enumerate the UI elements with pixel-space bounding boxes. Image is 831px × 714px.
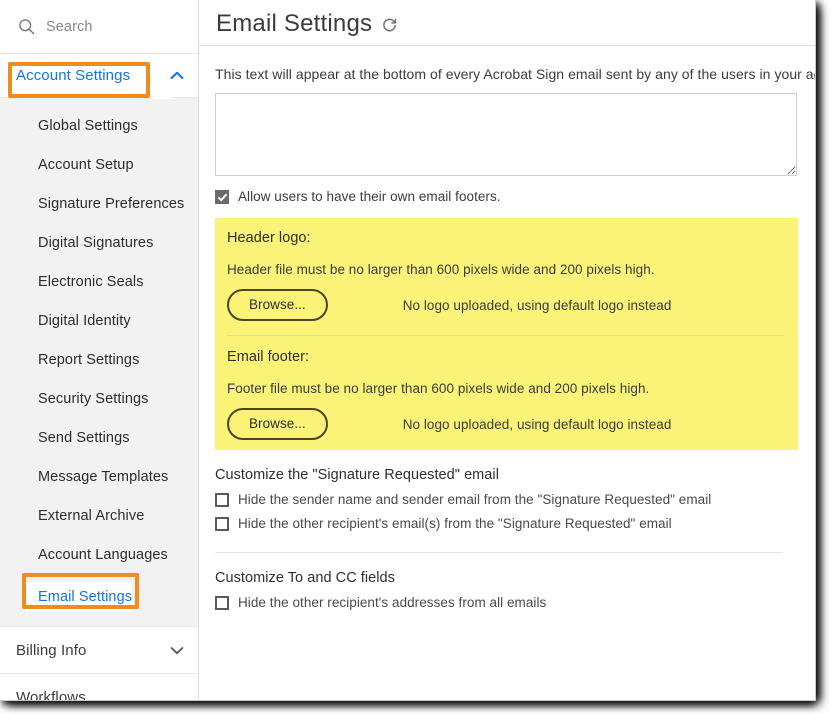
hide-sender-name-label: Hide the sender name and sender email fr… — [238, 492, 712, 507]
main-content: Email Settings This text will appear at … — [199, 0, 815, 700]
to-cc-fields-options: Hide the other recipient's addresses fro… — [215, 595, 799, 610]
signature-requested-options: Hide the sender name and sender email fr… — [215, 492, 799, 531]
sidebar-item-report-settings[interactable]: Report Settings — [0, 340, 198, 379]
allow-own-footers-label: Allow users to have their own email foot… — [238, 189, 501, 204]
application-window: Search Account Settings Global Settings … — [0, 0, 816, 701]
sidebar-item-label: Electronic Seals — [38, 273, 144, 290]
email-footer-section: Email footer: Footer file must be no lar… — [215, 349, 798, 440]
sidebar-submenu-account-settings: Global Settings Account Setup Signature … — [0, 91, 198, 626]
email-footer-textarea[interactable] — [215, 93, 797, 176]
header-logo-section: Header logo: Header file must be no larg… — [215, 230, 798, 321]
hide-recipient-addresses-row[interactable]: Hide the other recipient's addresses fro… — [215, 595, 799, 610]
chevron-up-icon[interactable] — [170, 71, 184, 80]
sidebar-item-label: Email Settings — [38, 589, 133, 605]
sidebar-group-label-account-settings: Account Settings — [16, 67, 131, 84]
sidebar-item-digital-signatures[interactable]: Digital Signatures — [0, 223, 198, 262]
signature-requested-title: Customize the "Signature Requested" emai… — [215, 467, 499, 483]
refresh-icon[interactable] — [381, 17, 398, 34]
email-footer-description: Footer file must be no larger than 600 p… — [227, 381, 650, 396]
section-separator — [215, 552, 783, 553]
allow-own-footers-row[interactable]: Allow users to have their own email foot… — [215, 189, 799, 204]
sidebar-item-global-settings[interactable]: Global Settings — [0, 106, 198, 145]
sidebar-item-label: Account Setup — [38, 156, 134, 173]
sidebar-group-workflows[interactable]: Workflows — [0, 674, 198, 700]
settings-content: This text will appear at the bottom of e… — [199, 46, 815, 610]
sidebar-item-label: Global Settings — [38, 117, 138, 134]
sidebar-item-external-archive[interactable]: External Archive — [0, 496, 198, 535]
sidebar-item-label: Report Settings — [38, 351, 140, 368]
hide-sender-name-checkbox[interactable] — [215, 492, 229, 507]
hide-other-recipient-emails-checkbox[interactable] — [215, 516, 229, 531]
logo-highlight-block: Header logo: Header file must be no larg… — [215, 218, 798, 450]
sidebar-item-label: Account Languages — [38, 546, 168, 563]
email-footer-heading: Email footer: — [227, 349, 310, 365]
sidebar-item-label: Send Settings — [38, 429, 130, 446]
search-bar[interactable]: Search — [0, 0, 198, 54]
sidebar-group-label-billing-info: Billing Info — [16, 641, 87, 659]
hide-recipient-addresses-checkbox[interactable] — [215, 595, 229, 610]
page-title: Email Settings — [216, 9, 373, 37]
sidebar-group-billing-info[interactable]: Billing Info — [0, 626, 198, 674]
header-logo-browse-button[interactable]: Browse... — [227, 289, 328, 321]
sidebar: Search Account Settings Global Settings … — [0, 0, 199, 700]
to-cc-fields-title: Customize To and CC fields — [215, 570, 395, 586]
sidebar-group-label-workflows: Workflows — [16, 689, 86, 700]
sidebar-item-account-setup[interactable]: Account Setup — [0, 145, 198, 184]
sidebar-item-security-settings[interactable]: Security Settings — [0, 379, 198, 418]
header-logo-description: Header file must be no larger than 600 p… — [227, 262, 655, 277]
highlight-divider — [227, 335, 784, 336]
sidebar-item-label: External Archive — [38, 507, 145, 524]
email-footer-browse-button[interactable]: Browse... — [227, 408, 328, 440]
hide-sender-name-row[interactable]: Hide the sender name and sender email fr… — [215, 492, 799, 507]
search-icon — [19, 19, 35, 35]
sidebar-item-label: Message Templates — [38, 468, 169, 485]
email-footer-status: No logo uploaded, using default logo ins… — [402, 416, 672, 432]
chevron-down-icon[interactable] — [170, 646, 184, 655]
sidebar-item-message-templates[interactable]: Message Templates — [0, 457, 198, 496]
sidebar-item-label: Signature Preferences — [38, 195, 185, 212]
sidebar-item-signature-preferences[interactable]: Signature Preferences — [0, 184, 198, 223]
sidebar-item-label: Security Settings — [38, 390, 149, 407]
sidebar-item-label: Digital Signatures — [38, 234, 154, 251]
sidebar-item-label: Digital Identity — [38, 312, 131, 329]
intro-text: This text will appear at the bottom of e… — [215, 66, 815, 82]
sidebar-item-electronic-seals[interactable]: Electronic Seals — [0, 262, 198, 301]
hide-recipient-addresses-label: Hide the other recipient's addresses fro… — [238, 595, 547, 610]
sidebar-item-digital-identity[interactable]: Digital Identity — [0, 301, 198, 340]
sidebar-item-send-settings[interactable]: Send Settings — [0, 418, 198, 457]
page-header: Email Settings — [199, 0, 815, 46]
email-footer-upload-row: Browse... No logo uploaded, using defaul… — [227, 408, 784, 440]
sidebar-item-account-languages[interactable]: Account Languages — [0, 535, 198, 574]
sidebar-item-email-settings-wrap: Email Settings — [0, 574, 198, 620]
sidebar-item-email-settings[interactable]: Email Settings — [26, 582, 133, 612]
header-logo-status: No logo uploaded, using default logo ins… — [402, 297, 672, 313]
allow-own-footers-checkbox[interactable] — [215, 189, 229, 204]
hide-other-recipient-emails-row[interactable]: Hide the other recipient's email(s) from… — [215, 516, 799, 531]
hide-other-recipient-emails-label: Hide the other recipient's email(s) from… — [238, 516, 672, 531]
submenu-notch — [150, 91, 174, 99]
header-logo-upload-row: Browse... No logo uploaded, using defaul… — [227, 289, 784, 321]
header-logo-heading: Header logo: — [227, 230, 311, 246]
search-input-placeholder[interactable]: Search — [46, 19, 93, 35]
